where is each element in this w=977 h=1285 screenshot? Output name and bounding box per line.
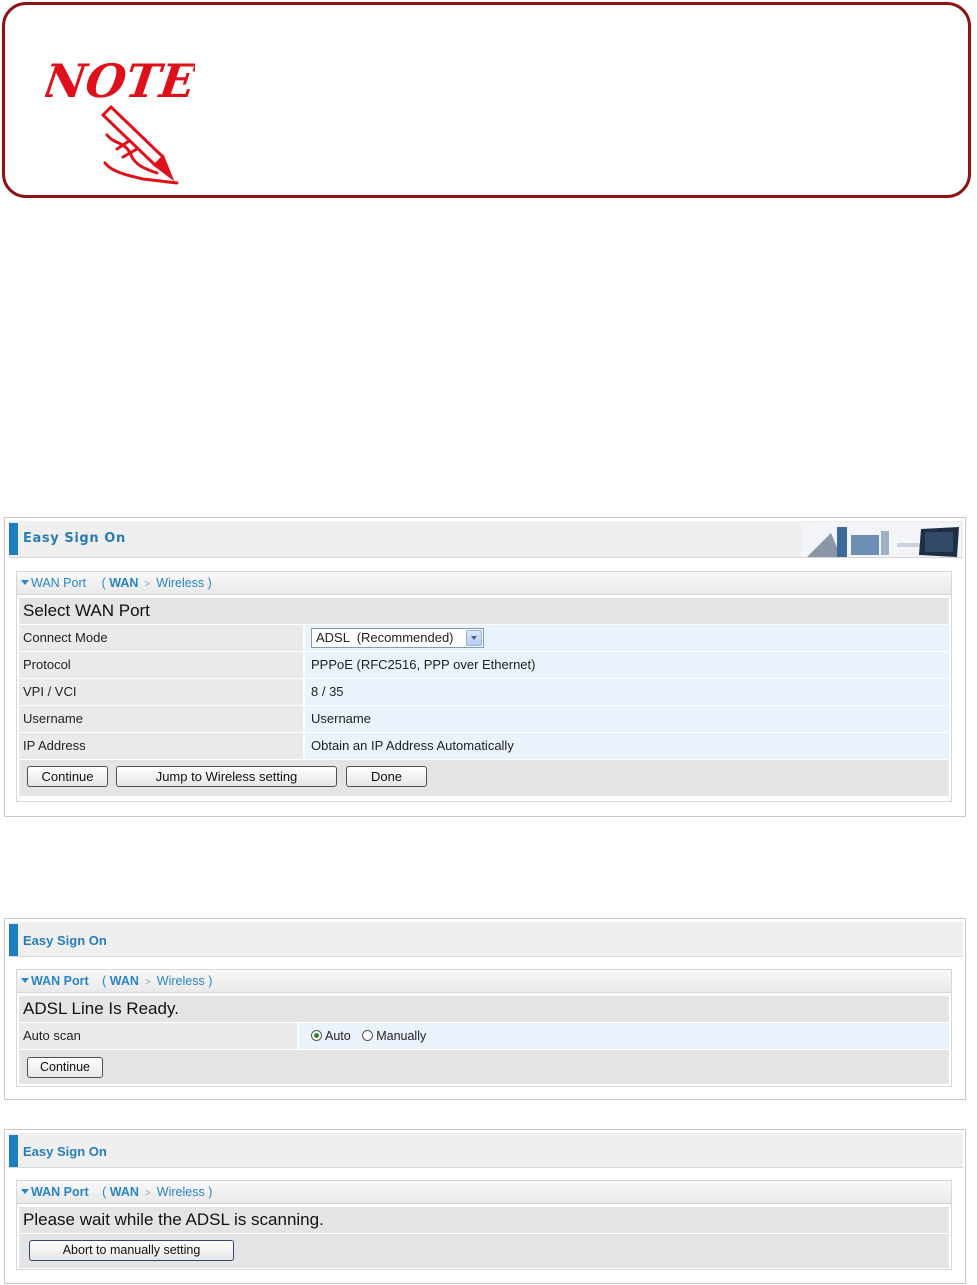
breadcrumb-open-paren: ( (102, 1185, 107, 1199)
collapse-arrow-icon[interactable] (21, 580, 29, 586)
jump-to-wireless-button[interactable]: Jump to Wireless setting (116, 766, 337, 787)
panel-header: Easy Sign On (9, 1133, 963, 1168)
form-row-ip-address: IP Address Obtain an IP Address Automati… (19, 733, 949, 759)
panel-title: Easy Sign On (23, 531, 126, 546)
breadcrumb-separator: > (144, 977, 151, 988)
breadcrumb-step-wireless[interactable]: Wireless (157, 1185, 205, 1199)
panel-title: Easy Sign On (23, 933, 107, 948)
row-value: Obtain an IP Address Automatically (305, 733, 949, 759)
button-bar: Continue (19, 1050, 949, 1084)
form-row-connect-mode: Connect Mode ADSL (Recommended) (19, 625, 949, 651)
form-row-protocol: Protocol PPPoE (RFC2516, PPP over Ethern… (19, 652, 949, 678)
breadcrumb-open-paren: ( (102, 974, 107, 988)
breadcrumb-current: WAN Port (31, 1185, 89, 1199)
manually-radio-label: Manually (376, 1029, 427, 1043)
breadcrumb-close-paren: ) (208, 1185, 213, 1199)
breadcrumb-current: WAN Port (31, 576, 87, 590)
breadcrumb-current: WAN Port (31, 974, 89, 988)
row-label: Username (19, 706, 303, 732)
button-bar: Continue Jump to Wireless setting Done (19, 760, 949, 796)
easy-sign-on-panel-3: Easy Sign On WAN Port ( WAN > Wireless ) P… (4, 1129, 966, 1284)
row-label: IP Address (19, 733, 303, 759)
panel-header: Easy Sign On (9, 922, 963, 957)
header-accent-bar (9, 1135, 18, 1167)
easy-sign-on-panel-2: Easy Sign On WAN Port ( WAN > Wireless ) A… (4, 918, 966, 1100)
breadcrumb-open-paren: ( (101, 576, 106, 590)
form-row-username: Username Username (19, 706, 949, 732)
breadcrumb: WAN Port ( WAN > Wireless ) (17, 572, 951, 595)
note-box: NOTE: (2, 2, 971, 198)
breadcrumb-step-wan[interactable]: WAN (110, 1185, 139, 1199)
section-title: Select WAN Port (19, 598, 949, 624)
breadcrumb-close-paren: ) (207, 576, 212, 590)
row-value: PPPoE (RFC2516, PPP over Ethernet) (305, 652, 949, 678)
breadcrumb-step-wireless[interactable]: Wireless (157, 974, 205, 988)
breadcrumb-step-wan[interactable]: WAN (110, 974, 139, 988)
auto-radio[interactable]: Auto (311, 1029, 351, 1043)
button-bar: Abort to manually setting (19, 1234, 949, 1268)
manually-radio[interactable]: Manually (362, 1029, 426, 1043)
breadcrumb-separator: > (144, 579, 151, 590)
row-label: Auto scan (19, 1023, 297, 1049)
breadcrumb: WAN Port ( WAN > Wireless ) (17, 970, 951, 993)
wan-port-form: WAN Port ( WAN > Wireless ) Select WAN Por… (16, 571, 952, 802)
office-banner-image (801, 523, 961, 557)
breadcrumb-step-wan[interactable]: WAN (109, 576, 138, 590)
auto-radio-label: Auto (325, 1029, 351, 1043)
section-title: Please wait while the ADSL is scanning. (19, 1207, 949, 1233)
abort-to-manual-button[interactable]: Abort to manually setting (29, 1240, 234, 1261)
section-title: ADSL Line Is Ready. (19, 996, 949, 1022)
radio-selected-icon[interactable] (311, 1030, 322, 1042)
select-value: ADSL (Recommended) (316, 630, 454, 645)
continue-button[interactable]: Continue (27, 1057, 103, 1078)
header-accent-bar (9, 523, 18, 555)
done-button[interactable]: Done (346, 766, 427, 787)
row-label: Connect Mode (19, 625, 303, 651)
chevron-down-icon[interactable] (466, 630, 482, 646)
panel-header: Easy Sign On (9, 521, 963, 558)
adsl-scanning-form: WAN Port ( WAN > Wireless ) Please wait wh… (16, 1180, 952, 1270)
collapse-arrow-icon[interactable] (21, 978, 29, 984)
note-pencil-icon: NOTE: (45, 54, 195, 185)
header-accent-bar (9, 924, 18, 956)
adsl-ready-form: WAN Port ( WAN > Wireless ) ADSL Line Is R… (16, 969, 952, 1087)
panel-title: Easy Sign On (23, 1144, 107, 1159)
row-label: VPI / VCI (19, 679, 303, 705)
row-value: Username (305, 706, 949, 732)
collapse-arrow-icon[interactable] (21, 1189, 29, 1195)
breadcrumb-step-wireless[interactable]: Wireless (156, 576, 204, 590)
breadcrumb-separator: > (144, 1188, 151, 1199)
form-row-vpi-vci: VPI / VCI 8 / 35 (19, 679, 949, 705)
row-label: Protocol (19, 652, 303, 678)
note-logo-text: NOTE: (45, 54, 195, 108)
row-value: 8 / 35 (305, 679, 949, 705)
radio-unselected-icon[interactable] (362, 1030, 374, 1042)
breadcrumb: WAN Port ( WAN > Wireless ) (17, 1181, 951, 1204)
connect-mode-select[interactable]: ADSL (Recommended) (311, 628, 484, 648)
form-row-auto-scan: Auto scan Auto Manually (19, 1023, 949, 1049)
breadcrumb-close-paren: ) (208, 974, 213, 988)
continue-button[interactable]: Continue (27, 766, 108, 787)
easy-sign-on-panel-1: Easy Sign On WAN Port ( WAN > Wireless ) S… (4, 517, 966, 817)
